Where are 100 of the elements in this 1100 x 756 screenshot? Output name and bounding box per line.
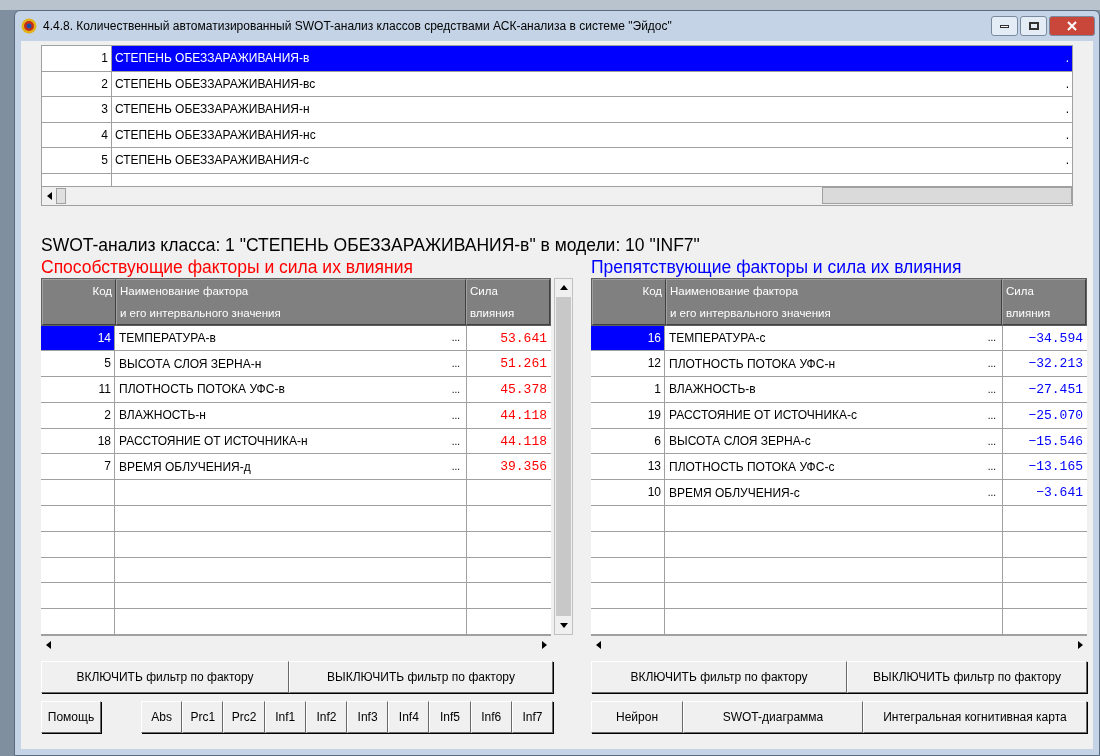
table-cell-text: ПЛОТНОСТЬ ПОТОКА УФС-с	[669, 458, 836, 476]
table-row[interactable]: 1 ВЛАЖНОСТЬ-в ... −27.451	[591, 377, 1087, 403]
ellipsis-button[interactable]: ...	[987, 330, 996, 346]
model-button[interactable]: Prc2	[223, 701, 265, 734]
table-cell-text: .	[1065, 101, 1069, 119]
table-cell-text: 44.118	[499, 432, 548, 451]
table-cell-text: .	[1065, 126, 1069, 144]
output-button[interactable]: Нейрон	[591, 701, 683, 734]
table-cell-text: ПЛОТНОСТЬ ПОТОКА УФС-н	[669, 355, 837, 373]
table-cell-text: РАССТОЯНИЕ ОТ ИСТОЧНИКА-с	[669, 407, 859, 425]
column-header: Наименование фактора и его интервального значения	[116, 278, 466, 325]
ellipsis-button[interactable]: ...	[987, 356, 996, 372]
output-button[interactable]: Интегральная когнитивная карта	[863, 701, 1087, 734]
ellipsis-button[interactable]: ...	[987, 382, 996, 397]
ellipsis-button[interactable]: ...	[987, 485, 996, 501]
horizontal-scrollbar[interactable]	[42, 185, 1072, 205]
class-row[interactable]: 5 СТЕПЕНЬ ОБЕЗЗАРАЖИВАНИЯ-с .	[42, 148, 1072, 174]
table-cell-text: 39.356	[499, 458, 548, 477]
table-row[interactable]: 7 ВРЕМЯ ОБЛУЧЕНИЯ-д ... 39.356	[41, 454, 551, 481]
table-row[interactable]: 16 ТЕМПЕРАТУРА-с ... −34.594	[591, 325, 1087, 352]
table-cell: 6	[591, 428, 665, 454]
table-cell-text: −13.165	[1027, 458, 1084, 477]
ellipsis-button[interactable]: ...	[451, 330, 460, 346]
table-row[interactable]: 13 ПЛОТНОСТЬ ПОТОКА УФС-с ... −13.165	[591, 454, 1087, 481]
filter-button[interactable]: ВКЛЮЧИТЬ фильтр по фактору	[41, 661, 289, 694]
table-cell-text: −32.213	[1027, 355, 1084, 374]
table-row[interactable]: 14 ТЕМПЕРАТУРА-в ... 53.641	[41, 325, 551, 352]
model-button[interactable]: Inf1	[264, 701, 306, 734]
table-row[interactable]: 11 ПЛОТНОСТЬ ПОТОКА УФС-в ... 45.378	[41, 377, 551, 403]
model-button[interactable]: Inf7	[511, 701, 554, 734]
column-header: Наименование фактора и его интервального значения	[666, 278, 1002, 325]
table-cell-text: −3.641	[1035, 484, 1084, 503]
table-cell: 14	[41, 325, 115, 351]
ellipsis-button[interactable]: ...	[451, 407, 460, 423]
class-name: СТЕПЕНЬ ОБЕЗЗАРАЖИВАНИЯ-вс	[115, 75, 317, 93]
output-button[interactable]: SWOT-диаграмма	[683, 701, 863, 734]
table-row[interactable]: 18 РАССТОЯНИЕ ОТ ИСТОЧНИКА-н ... 44.118	[41, 428, 551, 455]
table-cell-text: ВЛАЖНОСТЬ-в	[669, 381, 757, 399]
maximize-icon[interactable]	[1020, 16, 1047, 36]
table-cell: 10	[591, 480, 665, 506]
model-button[interactable]: Inf3	[347, 701, 389, 734]
table-cell-text: ПЛОТНОСТЬ ПОТОКА УФС-в	[119, 381, 286, 399]
scroll-up-icon[interactable]	[559, 285, 568, 290]
class-row[interactable]: 2 СТЕПЕНЬ ОБЕЗЗАРАЖИВАНИЯ-вс .	[42, 71, 1072, 97]
model-button[interactable]: Inf2	[305, 701, 347, 734]
table-cell-text: 53.641	[499, 329, 548, 348]
ellipsis-button[interactable]: ...	[451, 382, 460, 397]
table-row[interactable]: 19 РАССТОЯНИЕ ОТ ИСТОЧНИКА-с ... −25.070	[591, 402, 1087, 429]
table-row[interactable]: 6 ВЫСОТА СЛОЯ ЗЕРНА-с ... −15.546	[591, 428, 1087, 455]
table-cell: 18	[41, 428, 115, 454]
table-cell-text: 44.118	[499, 406, 548, 425]
column-header: Сила влияния	[466, 278, 550, 325]
ellipsis-button[interactable]: ...	[987, 459, 996, 475]
table-cell-text: .	[1065, 75, 1069, 93]
table-cell: 11	[41, 377, 115, 402]
model-button[interactable]: Abs	[141, 701, 183, 734]
help-button[interactable]: Помощь	[41, 701, 101, 734]
column-header: Код	[592, 278, 666, 325]
table-cell-text: .	[1065, 152, 1069, 170]
model-button[interactable]: Inf6	[470, 701, 512, 734]
close-button[interactable]	[1049, 16, 1095, 36]
scroll-thumb[interactable]	[56, 187, 66, 204]
table-cell: 19	[591, 402, 665, 428]
ellipsis-button[interactable]: ...	[451, 356, 460, 372]
table-row[interactable]: 2 ВЛАЖНОСТЬ-н ... 44.118	[41, 402, 551, 429]
table-cell: 5	[41, 351, 115, 377]
table-cell-text: ВЫСОТА СЛОЯ ЗЕРНА-н	[119, 355, 263, 373]
table-cell-text: .	[1065, 50, 1069, 68]
minimize-icon[interactable]	[991, 16, 1018, 36]
ellipsis-button[interactable]: ...	[451, 433, 460, 449]
table-row[interactable]: 5 ВЫСОТА СЛОЯ ЗЕРНА-н ... 51.261	[41, 351, 551, 378]
table-cell: 16	[591, 325, 665, 351]
row-number: 4	[42, 122, 112, 147]
filter-button[interactable]: ВЫКЛЮЧИТЬ фильтр по фактору	[847, 661, 1087, 694]
class-name: СТЕПЕНЬ ОБЕЗЗАРАЖИВАНИЯ-н	[115, 101, 311, 119]
model-button[interactable]: Prc1	[182, 701, 224, 734]
close-icon	[1067, 21, 1077, 31]
panel-title: Препятствующие факторы и сила их влияния	[591, 255, 963, 278]
filter-button[interactable]: ВКЛЮЧИТЬ фильтр по фактору	[591, 661, 847, 694]
ellipsis-button[interactable]: ...	[987, 433, 996, 449]
ellipsis-button[interactable]: ...	[451, 459, 460, 475]
model-button[interactable]: Inf5	[429, 701, 471, 734]
table-cell-text: ВРЕМЯ ОБЛУЧЕНИЯ-д	[119, 458, 252, 476]
table-cell-text: ВЫСОТА СЛОЯ ЗЕРНА-с	[669, 433, 812, 451]
scroll-down-icon[interactable]	[559, 622, 568, 628]
window-title: 4.4.8. Количественный автоматизированный SWOT-анализ классов средствами АСК-анализа в системе "Эйдос"	[43, 18, 673, 35]
app-logo-icon	[21, 18, 37, 34]
vertical-scrollbar[interactable]	[554, 277, 573, 636]
row-number: 2	[42, 71, 112, 96]
table-row[interactable]: 10 ВРЕМЯ ОБЛУЧЕНИЯ-с ... −3.641	[591, 480, 1087, 507]
table-cell-text: ТЕМПЕРАТУРА-в	[119, 329, 217, 347]
class-row[interactable]: 3 СТЕПЕНЬ ОБЕЗЗАРАЖИВАНИЯ-н .	[42, 97, 1072, 123]
table-cell-text: ВЛАЖНОСТЬ-н	[119, 407, 207, 425]
class-row[interactable]: 4 СТЕПЕНЬ ОБЕЗЗАРАЖИВАНИЯ-нс .	[42, 122, 1072, 148]
table-row[interactable]: 12 ПЛОТНОСТЬ ПОТОКА УФС-н ... −32.213	[591, 351, 1087, 378]
ellipsis-button[interactable]: ...	[987, 407, 996, 423]
model-button[interactable]: Inf4	[388, 701, 430, 734]
table-cell: 2	[41, 402, 115, 428]
column-header: Код	[42, 278, 116, 325]
filter-button[interactable]: ВЫКЛЮЧИТЬ фильтр по фактору	[289, 661, 553, 694]
